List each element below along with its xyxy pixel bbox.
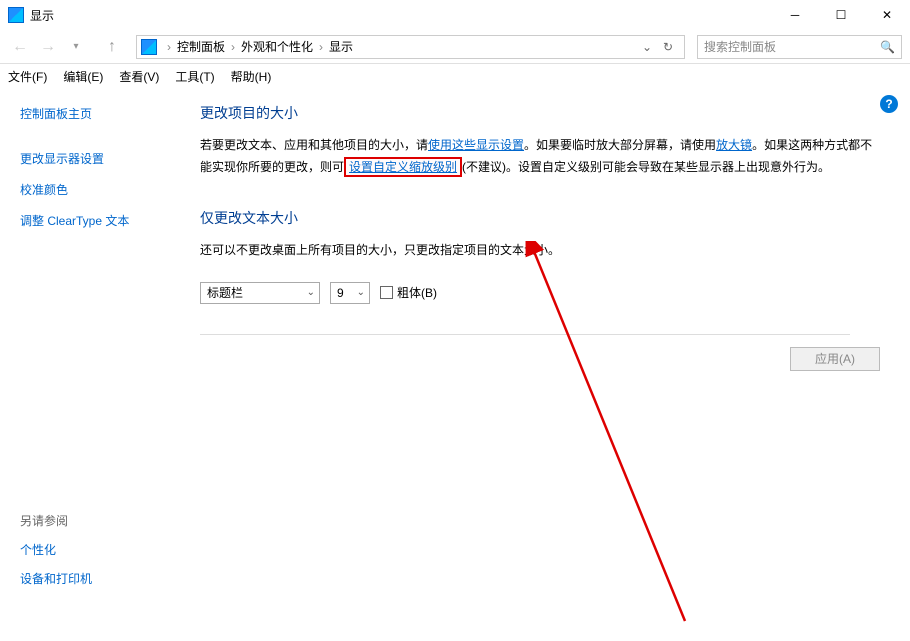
chevron-right-icon: ›	[167, 40, 171, 54]
chevron-right-icon: ›	[231, 40, 235, 54]
link-custom-scaling[interactable]: 设置自定义缩放级别	[344, 157, 462, 177]
sidebar-link-calibrate[interactable]: 校准颜色	[20, 181, 180, 198]
minimize-button[interactable]: ─	[772, 0, 818, 30]
size-dropdown[interactable]: 9 ⌄	[330, 282, 370, 304]
app-icon	[8, 7, 24, 23]
see-also-heading: 另请参阅	[20, 512, 92, 529]
section2-paragraph: 还可以不更改桌面上所有项目的大小，只更改指定项目的文本大小。	[200, 240, 880, 262]
link-display-settings[interactable]: 使用这些显示设置	[428, 138, 524, 152]
forward-button[interactable]: →	[36, 35, 60, 59]
breadcrumb-item[interactable]: 控制面板	[177, 38, 225, 55]
breadcrumb[interactable]: › 控制面板 › 外观和个性化 › 显示 ⌄ ↻	[136, 35, 685, 59]
breadcrumb-item[interactable]: 显示	[329, 38, 353, 55]
search-box[interactable]: 🔍	[697, 35, 902, 59]
recent-dropdown-icon[interactable]: ▾	[64, 35, 88, 59]
menubar: 文件(F) 编辑(E) 查看(V) 工具(T) 帮助(H)	[0, 64, 910, 89]
link-magnifier[interactable]: 放大镜	[716, 138, 752, 152]
section-heading-resize: 更改项目的大小	[200, 103, 880, 123]
refresh-icon[interactable]: ↻	[656, 40, 680, 54]
menu-view[interactable]: 查看(V)	[119, 68, 159, 85]
chevron-down-icon: ⌄	[357, 287, 365, 298]
divider	[200, 334, 850, 335]
section-heading-textonly: 仅更改文本大小	[200, 208, 880, 228]
section1-paragraph: 若要更改文本、应用和其他项目的大小，请使用这些显示设置。如果要临时放大部分屏幕，…	[200, 135, 880, 178]
sidebar-link-display-settings[interactable]: 更改显示器设置	[20, 150, 180, 167]
back-button[interactable]: ←	[8, 35, 32, 59]
bold-checkbox-text: 粗体(B)	[397, 284, 437, 301]
menu-tools[interactable]: 工具(T)	[175, 68, 214, 85]
breadcrumb-dropdown-icon[interactable]: ⌄	[638, 40, 656, 54]
window-title: 显示	[30, 7, 772, 24]
close-button[interactable]: ✕	[864, 0, 910, 30]
breadcrumb-item[interactable]: 外观和个性化	[241, 38, 313, 55]
chevron-down-icon: ⌄	[307, 287, 315, 298]
item-dropdown[interactable]: 标题栏 ⌄	[200, 282, 320, 304]
menu-file[interactable]: 文件(F)	[8, 68, 47, 85]
bold-checkbox-label[interactable]: 粗体(B)	[380, 284, 437, 301]
see-also-devices[interactable]: 设备和打印机	[20, 570, 92, 587]
see-also-personalization[interactable]: 个性化	[20, 541, 92, 558]
breadcrumb-icon	[141, 39, 157, 55]
item-dropdown-value: 标题栏	[207, 284, 243, 301]
size-dropdown-value: 9	[337, 286, 344, 300]
apply-row: 应用(A)	[200, 347, 880, 371]
search-icon[interactable]: 🔍	[880, 40, 895, 54]
sidebar-link-cleartype[interactable]: 调整 ClearType 文本	[20, 212, 180, 229]
menu-edit[interactable]: 编辑(E)	[63, 68, 103, 85]
sidebar: 控制面板主页 更改显示器设置 校准颜色 调整 ClearType 文本	[0, 89, 200, 385]
text-size-controls: 标题栏 ⌄ 9 ⌄ 粗体(B)	[200, 282, 880, 304]
see-also: 另请参阅 个性化 设备和打印机	[20, 512, 92, 599]
maximize-button[interactable]: ☐	[818, 0, 864, 30]
titlebar: 显示 ─ ☐ ✕	[0, 0, 910, 30]
apply-button[interactable]: 应用(A)	[790, 347, 880, 371]
sidebar-home-link[interactable]: 控制面板主页	[20, 105, 180, 122]
chevron-right-icon: ›	[319, 40, 323, 54]
search-input[interactable]	[704, 40, 880, 54]
menu-help[interactable]: 帮助(H)	[231, 68, 272, 85]
bold-checkbox[interactable]	[380, 286, 393, 299]
body-area: ? 控制面板主页 更改显示器设置 校准颜色 调整 ClearType 文本 更改…	[0, 89, 910, 385]
window-controls: ─ ☐ ✕	[772, 0, 910, 30]
navbar: ← → ▾ ↑ › 控制面板 › 外观和个性化 › 显示 ⌄ ↻ 🔍	[0, 30, 910, 64]
main-content: 更改项目的大小 若要更改文本、应用和其他项目的大小，请使用这些显示设置。如果要临…	[200, 89, 910, 385]
up-button[interactable]: ↑	[100, 35, 124, 59]
